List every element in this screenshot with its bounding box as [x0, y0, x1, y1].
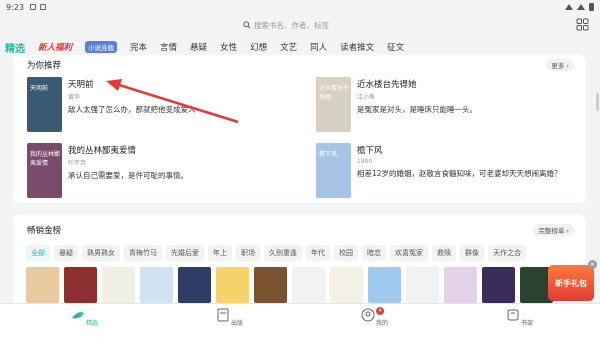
nav-label: 精选	[85, 320, 98, 327]
ranking-chip[interactable]: 群像	[460, 245, 484, 261]
ranking-chips: 全部 悬疑 熟男熟女 青梅竹马 先婚后爱 年上 职场 久别重逢 年代 校园 暗恋 欢喜冤家 救赎 群像 天作…	[26, 245, 526, 261]
ranking-book-cover[interactable]	[292, 267, 325, 303]
ranking-chip[interactable]: 暗恋	[362, 245, 386, 261]
ranking-book-cover[interactable]	[482, 267, 515, 303]
promo-gift-button[interactable]: 新手礼包 ×	[548, 260, 597, 301]
ranking-book-cover[interactable]	[406, 267, 439, 303]
publish-icon	[217, 308, 229, 322]
ranking-chip[interactable]: 年上	[208, 245, 232, 261]
ranking-book-cover[interactable]	[140, 267, 173, 303]
ranking-chip[interactable]: 职场	[236, 245, 260, 261]
featured-icon	[71, 312, 84, 319]
ranking-book-cover[interactable]	[26, 267, 59, 303]
ranking-chip[interactable]: 救赎	[432, 245, 456, 261]
ranking-chip[interactable]: 全部	[26, 245, 50, 261]
bottom-nav: 精选 出版 我的 4 书架	[0, 303, 600, 337]
ranking-title: 畅销金榜	[27, 226, 62, 236]
nav-item-1[interactable]: 出版	[209, 307, 249, 327]
bookshelf-icon	[507, 309, 519, 321]
ranking-book-cover[interactable]	[368, 267, 401, 303]
ranking-chip[interactable]: 先婚后爱	[166, 245, 204, 261]
nav-label: 书架	[520, 320, 533, 327]
ranking-chip[interactable]: 悬疑	[54, 245, 78, 261]
ranking-chip[interactable]: 年代	[306, 245, 330, 261]
promo-close-icon[interactable]: ×	[588, 260, 597, 269]
ranking-book-cover[interactable]	[444, 267, 477, 303]
ranking-book-cover[interactable]	[330, 267, 363, 303]
promo-label: 新手礼包	[555, 278, 587, 288]
ranking-chip[interactable]: 天作之合	[488, 245, 526, 261]
ranking-chip[interactable]: 久别重逢	[264, 245, 302, 261]
ranking-section: 畅销金榜 完整榜单 › 全部 悬疑 熟男熟女 青梅竹马 先婚后爱 年上 职场 久别重逢 年代 校园…	[13, 215, 586, 305]
nav-item-2[interactable]: 我的 4	[354, 307, 394, 327]
ranking-chip[interactable]: 熟男熟女	[82, 245, 120, 261]
profile-icon	[361, 308, 375, 322]
ranking-book-cover[interactable]	[254, 267, 287, 303]
ranking-covers	[26, 267, 553, 303]
ranking-chip[interactable]: 校园	[334, 245, 358, 261]
scrollbar[interactable]	[596, 93, 599, 111]
ranking-more-button[interactable]: 完整榜单 ›	[533, 224, 574, 236]
ranking-book-cover[interactable]	[64, 267, 97, 303]
nav-item-0[interactable]: 精选	[64, 307, 104, 327]
ranking-chip[interactable]: 青梅竹马	[124, 245, 162, 261]
ranking-book-cover[interactable]	[178, 267, 211, 303]
nav-badge: 4	[376, 307, 384, 315]
nav-label: 出版	[230, 320, 243, 327]
ranking-book-cover[interactable]	[102, 267, 135, 303]
ranking-book-cover[interactable]	[216, 267, 249, 303]
nav-label: 我的	[375, 320, 388, 327]
ranking-chip[interactable]: 欢喜冤家	[390, 245, 428, 261]
nav-item-3[interactable]: 书架	[499, 307, 539, 327]
